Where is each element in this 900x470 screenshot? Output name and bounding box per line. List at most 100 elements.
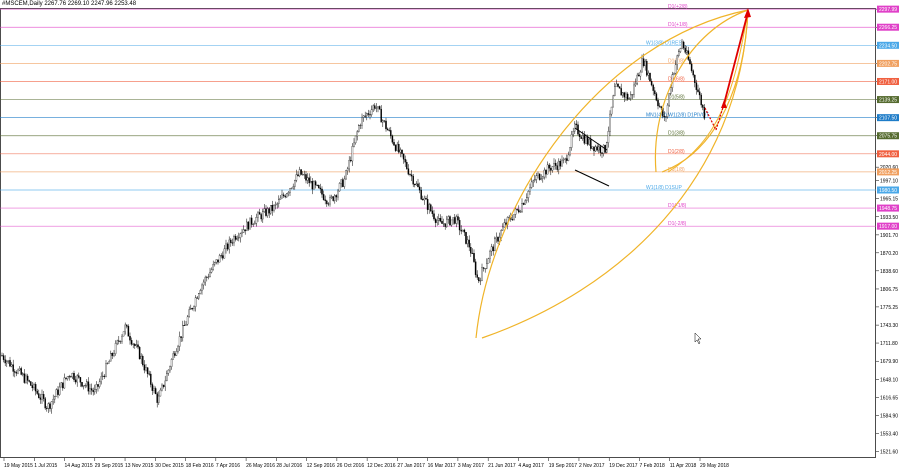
candle-body <box>665 116 667 118</box>
candle-body <box>682 41 685 49</box>
candle-body <box>393 142 395 146</box>
candle-body <box>9 360 11 367</box>
y-tick-label-17: 1775.25 <box>880 305 898 311</box>
candle-body <box>324 199 326 202</box>
candle-body <box>310 181 312 184</box>
candle-body <box>332 196 334 201</box>
candle-body <box>492 246 494 252</box>
candle-body <box>537 173 539 176</box>
x-tick-label-18: 19 Sep 2017 <box>549 463 578 469</box>
x-tick-label-17: 4 Aug 2017 <box>518 463 544 469</box>
candle-body <box>626 93 629 100</box>
price-tag-label-6: 2107.50 <box>879 116 897 122</box>
candle-body <box>423 197 426 201</box>
candle-body <box>228 239 230 250</box>
candle-body <box>454 217 456 224</box>
candle-body <box>703 107 706 119</box>
candle-body <box>6 361 8 364</box>
candle-body <box>396 144 398 151</box>
candle-body <box>569 147 571 156</box>
candle-body <box>639 71 642 77</box>
x-tick-label-19: 2 Nov 2017 <box>579 463 605 469</box>
candle-body <box>548 164 550 169</box>
candle-body <box>550 168 552 171</box>
candle-body <box>658 105 661 107</box>
candle-body <box>249 217 251 230</box>
candle-body <box>73 373 75 380</box>
mouse-cursor-icon <box>694 332 702 345</box>
candle-body <box>630 94 632 99</box>
candle-body <box>220 255 222 257</box>
candle-body <box>42 394 45 399</box>
candle-body <box>46 407 48 409</box>
candle-body <box>559 160 562 167</box>
candle-body <box>698 91 701 96</box>
candle-body <box>305 174 307 181</box>
candle-body <box>490 246 493 252</box>
candle-body <box>303 174 306 176</box>
candle-body <box>250 217 253 225</box>
candle-body <box>670 87 672 94</box>
level-label-5: D1(5/8) <box>668 95 685 101</box>
candle-body <box>295 174 298 181</box>
candle-body <box>615 83 618 87</box>
price-tag-label-4: 2171.00 <box>879 79 897 85</box>
candle-body <box>90 388 93 391</box>
candle-body <box>311 181 314 190</box>
x-tick-label-6: 18 Feb 2016 <box>186 463 214 469</box>
candle-body <box>201 284 203 291</box>
candle-body <box>554 163 557 166</box>
candle-body <box>20 368 22 375</box>
candle-body <box>482 267 485 269</box>
candle-body <box>380 108 382 123</box>
arc-outer-lower <box>481 9 749 339</box>
candle-body <box>663 116 666 118</box>
candle-body <box>279 197 282 200</box>
candle-body <box>609 113 611 132</box>
forecast-arrow-shaft <box>723 11 749 105</box>
candle-body <box>262 211 264 220</box>
x-tick-label-14: 16 Mar 2017 <box>428 463 456 469</box>
candle-body <box>166 373 168 382</box>
candle-body <box>457 216 459 221</box>
candle-body <box>598 146 600 151</box>
price-tag-label-12: 1917.00 <box>879 224 897 230</box>
candle-body <box>306 177 309 181</box>
candle-body <box>694 74 696 83</box>
price-chart[interactable]: 2297.99 2266.25 2234.50 2202.75 2171.00 2139.… <box>0 0 900 470</box>
candle-body <box>14 371 16 373</box>
candle-body <box>543 169 546 178</box>
candle-body <box>580 136 582 139</box>
candle-body <box>302 174 304 176</box>
candle-body <box>516 208 518 210</box>
candle-body <box>242 229 245 233</box>
candle-body <box>367 113 370 115</box>
x-tick-label-9: 28 Jul 2016 <box>276 463 302 469</box>
x-tick-label-0: 19 May 2015 <box>4 463 33 469</box>
candle-body <box>447 216 450 220</box>
candle-body <box>289 188 291 193</box>
candle-body <box>194 297 197 307</box>
candle-body <box>178 336 181 347</box>
candle-body <box>633 84 635 95</box>
candle-body <box>234 236 237 240</box>
candle-body <box>538 173 541 180</box>
candle-body <box>444 223 446 227</box>
candle-body <box>26 375 29 381</box>
candle-body <box>114 343 117 354</box>
candle-body <box>425 197 427 200</box>
candle-body <box>452 217 454 221</box>
candle-body <box>15 372 18 374</box>
candle-body <box>89 388 91 392</box>
candle-body <box>79 377 82 383</box>
candle-body <box>478 277 480 282</box>
candle-body <box>31 385 34 389</box>
candle-body <box>266 208 269 216</box>
candle-body <box>458 220 461 231</box>
candle-body <box>10 364 13 367</box>
candle-body <box>612 95 614 108</box>
candle-body <box>294 180 296 187</box>
candle-body <box>695 82 698 90</box>
candle-body <box>623 92 626 98</box>
candle-body <box>274 204 277 206</box>
